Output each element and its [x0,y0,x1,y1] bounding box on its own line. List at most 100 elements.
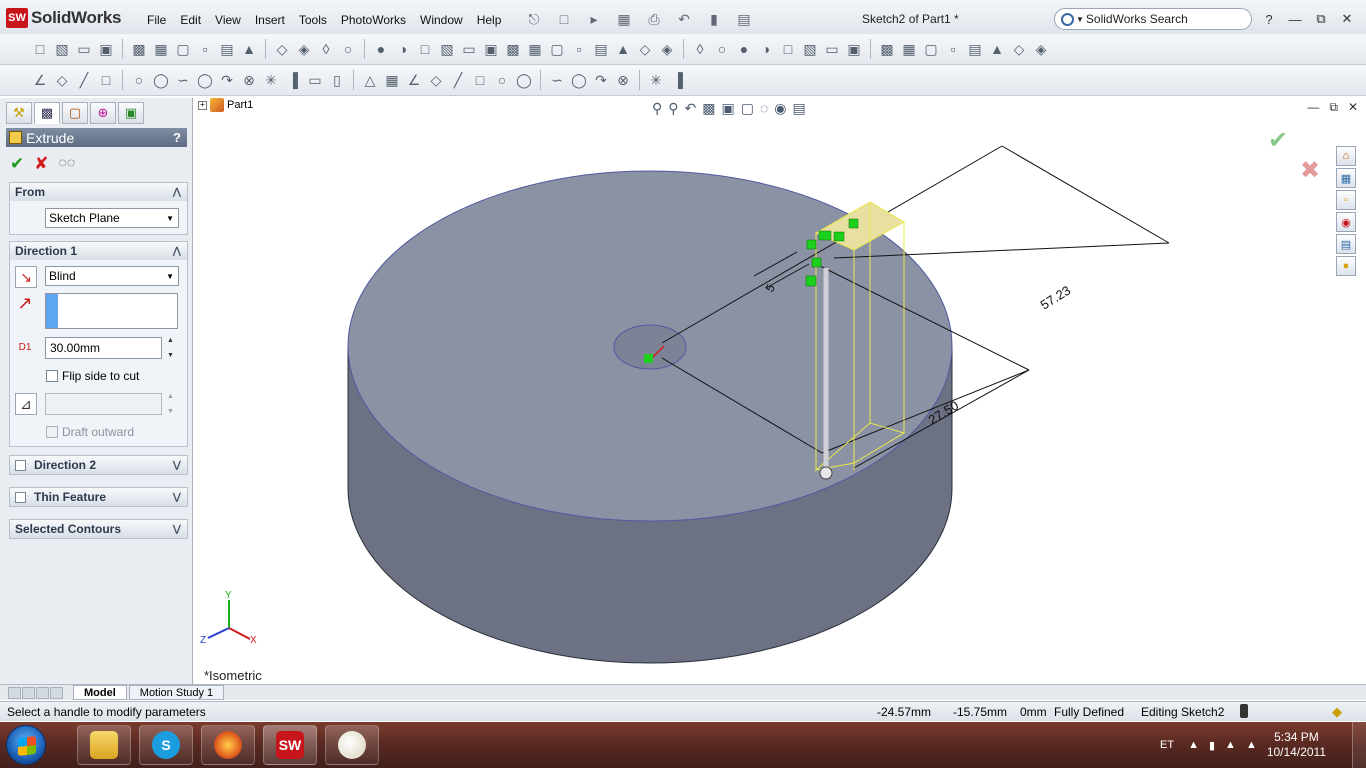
feature-tool-icon[interactable]: ▣ [96,39,116,59]
display-manager-tab[interactable]: ▣ [118,102,144,124]
sketch-tool-icon[interactable]: □ [96,70,116,90]
prev-tab-icon[interactable] [22,686,35,699]
menu-view[interactable]: View [208,11,248,29]
sketch-tool-icon[interactable]: ╱ [74,70,94,90]
from-select[interactable]: Sketch Plane ▼ [45,208,179,228]
depth-spinner[interactable]: ▲ ▼ [167,337,177,359]
feature-tool-icon[interactable]: ▫ [569,39,589,59]
tree-expand-icon[interactable]: + [198,100,207,110]
viewport-restore-icon[interactable]: ⧉ [1329,100,1338,115]
sketch-tool-icon[interactable]: ∽ [547,70,567,90]
feature-tool-icon[interactable]: ▤ [591,39,611,59]
feature-tool-icon[interactable]: ▦ [899,39,919,59]
battery-icon[interactable]: ▮ [1209,739,1215,752]
previous-view-icon[interactable]: ↶ [685,100,697,117]
cancel-x-icon[interactable]: ✘ [34,154,48,174]
solidworks-logo[interactable]: SW SolidWorks [6,7,122,29]
sketch-tool-icon[interactable]: ∠ [30,70,50,90]
feature-tool-icon[interactable]: ◑ [393,39,413,59]
feature-tool-icon[interactable]: ▫ [943,39,963,59]
confirmation-ok-icon[interactable]: ✔ [1268,126,1288,155]
edit-appearance-icon[interactable]: ◉ [774,100,786,117]
from-group-header[interactable]: From ⋀ [10,183,187,201]
feature-tool-icon[interactable]: ▲ [987,39,1007,59]
menu-insert[interactable]: Insert [248,11,292,29]
sketch-tool-icon[interactable]: ◯ [151,70,171,90]
sketch-tool-icon[interactable]: ╱ [448,70,468,90]
expand-chevron-icon[interactable]: ⋁ [173,492,181,503]
menu-file[interactable]: File [140,11,173,29]
viewport-minimize-icon[interactable]: — [1307,100,1319,115]
sketch-tool-icon[interactable]: ◯ [514,70,534,90]
options-icon[interactable]: ▤ [730,9,758,29]
sketch-tool-icon[interactable]: ◇ [426,70,446,90]
feature-tool-icon[interactable]: ▢ [173,39,193,59]
feature-tool-icon[interactable]: ● [734,39,754,59]
restore-icon[interactable]: ⧉ [1310,9,1332,29]
extrude-help-button[interactable]: ? [173,130,181,145]
sketch-tool-icon[interactable]: ◯ [569,70,589,90]
collapse-chevron-icon[interactable]: ⋀ [173,187,181,198]
feature-tool-icon[interactable]: ▤ [217,39,237,59]
minimize-icon[interactable]: — [1284,9,1306,29]
sketch-tool-icon[interactable]: ○ [492,70,512,90]
detailed-preview-icon[interactable]: ◌◌ [59,154,76,174]
show-hidden-icons-icon[interactable]: ▲ [1188,739,1199,751]
depth-handle[interactable] [819,466,833,480]
feature-tool-icon[interactable]: ▣ [481,39,501,59]
dimxpert-manager-tab[interactable]: ⊕ [90,102,116,124]
next-tab-icon[interactable] [36,686,49,699]
undo-icon[interactable]: ↶ [670,9,698,29]
sketch-tool-icon[interactable]: □ [470,70,490,90]
show-desktop-button[interactable] [1352,722,1366,768]
sketch-tool-icon[interactable]: ⊗ [613,70,633,90]
graphics-area[interactable]: 57.23 27.50 5 Y X Z + Part1 ⚲ ⚲ ↶ ▩ ▣ ▢ … [194,98,1366,684]
selected-contours-header[interactable]: Selected Contours ⋁ [10,520,187,538]
sketch-tool-icon[interactable]: ✳ [261,70,281,90]
sketch-tool-icon[interactable]: ▦ [382,70,402,90]
feature-tool-icon[interactable]: ◇ [272,39,292,59]
feature-tool-icon[interactable]: ◊ [690,39,710,59]
clock[interactable]: 5:34 PM 10/14/2011 [1267,730,1326,760]
end-condition-select[interactable]: Blind ▼ [45,266,179,286]
search-results-icon[interactable]: ◉ [1336,212,1356,232]
tree-root-part[interactable]: Part1 [227,99,253,111]
taskbar-firefox[interactable] [201,725,255,765]
direction2-header[interactable]: Direction 2 ⋁ [10,456,187,474]
apply-scene-icon[interactable]: ▤ [793,100,806,117]
expand-chevron-icon[interactable]: ⋁ [173,524,181,535]
help-button[interactable]: ? [1258,9,1280,29]
feature-tool-icon[interactable]: ◊ [316,39,336,59]
feature-manager-tab[interactable]: ⚒ [6,102,32,124]
feature-tool-icon[interactable]: ▭ [459,39,479,59]
rebuild-status-icon[interactable] [1240,704,1248,718]
last-tab-icon[interactable] [50,686,63,699]
dimension-57-23[interactable]: 57.23 [1038,283,1074,313]
sketch-tool-icon[interactable]: △ [360,70,380,90]
menu-help[interactable]: Help [470,11,509,29]
menu-window[interactable]: Window [413,11,470,29]
thin-feature-checkbox[interactable] [15,491,26,503]
confirmation-cancel-icon[interactable]: ✖ [1300,156,1320,185]
feature-tool-icon[interactable]: ● [371,39,391,59]
feature-tool-icon[interactable]: ▣ [844,39,864,59]
search-dropdown-icon[interactable]: ▼ [1076,15,1084,24]
feature-tool-icon[interactable]: ▩ [877,39,897,59]
file-explorer-icon[interactable]: ▫ [1336,190,1356,210]
feature-tool-icon[interactable]: ◇ [1009,39,1029,59]
feature-tool-icon[interactable]: ▲ [239,39,259,59]
zoom-to-area-icon[interactable]: ⚲ [668,100,678,117]
feature-tool-icon[interactable]: ▧ [800,39,820,59]
feature-tool-icon[interactable]: ○ [338,39,358,59]
feature-tool-icon[interactable]: □ [30,39,50,59]
tab-motion-study-1[interactable]: Motion Study 1 [128,685,225,700]
spin-up-icon[interactable]: ▲ [167,337,177,344]
feature-tool-icon[interactable]: ◈ [294,39,314,59]
taskbar-paint[interactable] [325,725,379,765]
design-library-icon[interactable]: ▦ [1336,168,1356,188]
print-icon[interactable]: ⎙ [640,9,668,29]
new-document-icon[interactable]: □ [550,9,578,29]
configuration-manager-tab[interactable]: ▢ [62,102,88,124]
sketch-tool-icon[interactable]: ✳ [646,70,666,90]
view-palette-icon[interactable]: ▤ [1336,234,1356,254]
